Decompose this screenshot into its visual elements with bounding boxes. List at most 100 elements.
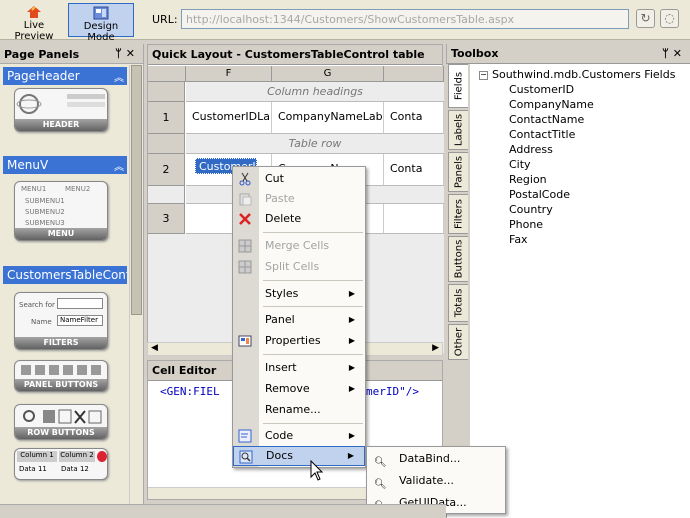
tab-totals[interactable]: Totals	[448, 284, 468, 322]
tab-other[interactable]: Other	[448, 324, 468, 360]
tree-root[interactable]: − Southwind.mdb.Customers Fields	[479, 68, 675, 81]
refresh-icon: ↻	[640, 11, 651, 25]
field-item[interactable]: CompanyName	[509, 98, 594, 111]
pin-icon[interactable]: ᛘ	[662, 47, 673, 60]
pin-icon[interactable]: ᛘ	[115, 47, 126, 60]
cell-editor-code[interactable]: <GEN:FIEL	[160, 385, 220, 398]
row-header-3[interactable]: 3	[148, 204, 185, 234]
close-icon[interactable]: ✕	[126, 47, 139, 60]
field-item[interactable]: Region	[509, 173, 547, 186]
field-item[interactable]: Address	[509, 143, 553, 156]
page-panels-scrollbar[interactable]	[129, 65, 143, 515]
tab-labels[interactable]: Labels	[448, 110, 468, 150]
column-header-f[interactable]: F	[186, 66, 272, 82]
field-item[interactable]: PostalCode	[509, 188, 570, 201]
tab-fields[interactable]: Fields	[448, 64, 468, 108]
split-icon	[238, 260, 252, 274]
menu-item-styles[interactable]: Styles ▶	[233, 284, 365, 304]
table-row-label: Table row	[186, 134, 444, 154]
live-preview-button[interactable]: Live Preview	[3, 3, 65, 42]
row-header-2[interactable]: 2	[148, 154, 185, 186]
tab-label: Labels	[453, 113, 464, 147]
row-header-1[interactable]: 1	[148, 102, 185, 134]
panel-buttons-thumbnail[interactable]: PANEL BUTTONS	[14, 360, 108, 392]
filters-thumbnail[interactable]: Search for Name NameFilter FILTERS	[14, 292, 108, 350]
url-input[interactable]	[181, 9, 629, 29]
collapse-icon[interactable]: −	[479, 70, 488, 80]
scroll-left-icon[interactable]: ◀	[151, 343, 158, 353]
column-header-h[interactable]	[384, 66, 444, 82]
field-item[interactable]: CustomerID	[509, 83, 574, 96]
menu-item-docs[interactable]: Docs ▶	[233, 446, 365, 466]
tab-panels[interactable]: Panels	[448, 152, 468, 192]
thumb-item: Column 2	[59, 451, 95, 462]
menu-item-paste[interactable]: Paste	[233, 189, 365, 209]
top-toolbar: Live Preview Design Mode URL: ↻ ◌	[0, 0, 690, 43]
field-item[interactable]: Phone	[509, 218, 543, 231]
field-item[interactable]: ContactTitle	[509, 128, 575, 141]
menu-item-insert[interactable]: Insert ▶	[233, 358, 365, 378]
section-label: PageHeader	[7, 69, 80, 83]
thumb-item: SUBMENU1	[25, 197, 65, 205]
menu-item-delete[interactable]: Delete	[233, 209, 365, 229]
refresh-button[interactable]: ↻	[636, 9, 655, 28]
collapse-chevron-icon[interactable]: ︽	[114, 158, 124, 173]
submenu-item-databind[interactable]: 🔍︎ DataBind...	[367, 448, 505, 470]
collapse-chevron-icon[interactable]: ︽	[114, 69, 124, 84]
submenu-item-validate[interactable]: 🔍︎ Validate...	[367, 470, 505, 492]
grid-cell[interactable]: CustomerIDLabel	[186, 102, 272, 134]
field-item[interactable]: Fax	[509, 233, 528, 246]
submenu-item-label: Validate...	[399, 474, 454, 487]
scissors-icon	[239, 172, 251, 186]
grid-cell[interactable]: Conta	[384, 154, 444, 186]
menu-item-remove[interactable]: Remove ▶	[233, 379, 365, 399]
design-mode-label: Design Mode	[83, 21, 119, 43]
thumb-caption: HEADER	[15, 119, 107, 131]
tab-buttons[interactable]: Buttons	[448, 236, 468, 282]
page-panels-pane: Page Panels ᛘ✕ PageHeader ︽ HEADER MenuV…	[0, 44, 144, 518]
menu-item-split-cells[interactable]: Split Cells	[233, 257, 365, 277]
menu-item-code[interactable]: Code ▶	[233, 426, 365, 446]
section-pageheader[interactable]: PageHeader ︽	[3, 67, 127, 85]
section-customerstablecontrol[interactable]: CustomersTableContr	[3, 266, 127, 284]
menu-item-label: Properties	[265, 334, 321, 347]
quick-layout-title: Quick Layout - CustomersTableControl tab…	[152, 48, 425, 61]
corner-cell	[148, 66, 186, 82]
section-menuv[interactable]: MenuV ︽	[3, 156, 127, 174]
table-thumbnail[interactable]: Column 1 Column 2 Data 11 Data 12	[14, 448, 108, 480]
menu-item-label: Merge Cells	[265, 239, 330, 252]
grid-cell[interactable]: Conta	[384, 102, 444, 134]
row-buttons-thumbnail[interactable]: ROW BUTTONS	[14, 404, 108, 440]
menu-item-panel[interactable]: Panel ▶	[233, 310, 365, 330]
grid-cell[interactable]	[384, 204, 444, 234]
header-thumbnail[interactable]: HEADER	[14, 88, 108, 132]
tab-filters[interactable]: Filters	[448, 194, 468, 234]
menu-item-label: Delete	[265, 212, 302, 225]
submenu-arrow-icon: ▶	[348, 289, 355, 298]
thumb-item: Data 12	[61, 465, 89, 473]
thumb-caption: ROW BUTTONS	[15, 427, 107, 439]
field-item[interactable]: ContactName	[509, 113, 584, 126]
field-item[interactable]: Country	[509, 203, 553, 216]
column-header-g[interactable]: G	[272, 66, 384, 82]
thumb-caption: FILTERS	[15, 337, 107, 349]
stop-button[interactable]: ◌	[660, 9, 679, 28]
code-text-left: <GEN:FIEL	[160, 385, 220, 398]
scroll-right-icon[interactable]: ▶	[432, 343, 439, 353]
toolbox-header: Toolbox ᛘ✕	[447, 44, 690, 64]
close-icon[interactable]: ✕	[673, 47, 686, 60]
menu-item-label: Cut	[265, 172, 284, 185]
grid-cell[interactable]: CompanyNameLabel1	[272, 102, 384, 134]
menu-item-cut[interactable]: Cut	[233, 169, 365, 189]
menu-item-merge-cells[interactable]: Merge Cells	[233, 236, 365, 256]
menu-item-label: Remove	[265, 382, 310, 395]
menu-item-properties[interactable]: Properties ▶	[233, 331, 365, 351]
tab-label: Totals	[453, 288, 464, 318]
menu-item-rename[interactable]: Rename...	[233, 400, 365, 420]
row-header-spacer	[148, 82, 185, 102]
menu-thumbnail[interactable]: MENU1 MENU2 SUBMENU1 SUBMENU2 SUBMENU3 M…	[14, 181, 108, 241]
field-item[interactable]: City	[509, 158, 531, 171]
menu-item-label: Insert	[265, 361, 297, 374]
thumb-caption: MENU	[15, 228, 107, 240]
design-mode-button[interactable]: Design Mode	[68, 3, 134, 43]
